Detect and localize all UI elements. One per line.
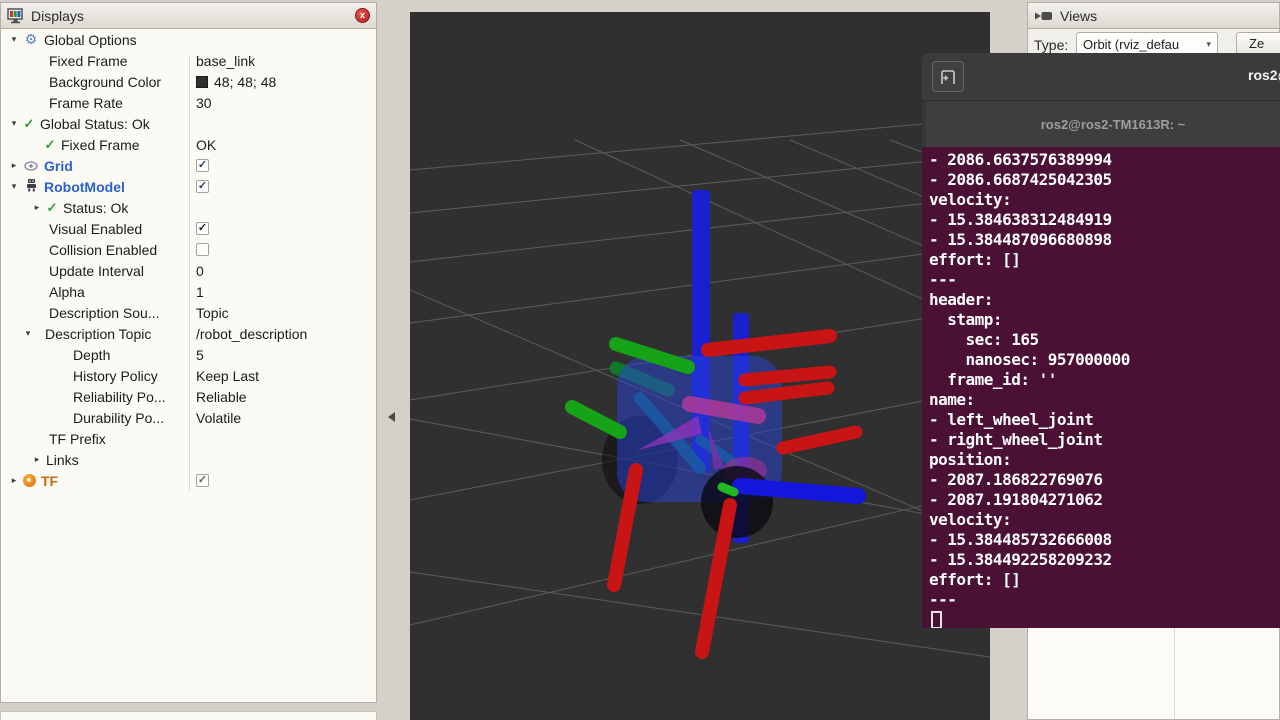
property-value[interactable]: Topic xyxy=(196,305,229,321)
x-axis-cylinder-low xyxy=(783,432,856,448)
3d-scene xyxy=(410,12,990,720)
right-wheel xyxy=(701,466,773,538)
property-label: Visual Enabled xyxy=(49,221,142,237)
checkbox[interactable]: ✓ xyxy=(196,474,209,487)
terminal-cursor xyxy=(931,611,942,628)
panel-collapse-arrow-icon[interactable] xyxy=(388,412,395,422)
terminal-tab-bar[interactable]: ros2@ros2-TM1613R: ~ xyxy=(922,100,1280,147)
property-value[interactable]: Volatile xyxy=(196,410,241,426)
checkbox[interactable]: ✓ xyxy=(196,222,209,235)
expander-down-icon[interactable]: ▾ xyxy=(8,34,20,45)
displays-titlebar[interactable]: Displays x xyxy=(1,3,376,29)
color-swatch[interactable] xyxy=(196,76,208,88)
expander-down-icon[interactable]: ▾ xyxy=(22,328,34,339)
property-label: Update Interval xyxy=(49,263,144,279)
terminal-output-area[interactable]: - 2086.6637576389994 - 2086.668742504230… xyxy=(922,147,1280,628)
views-panel-title: Views xyxy=(1060,8,1097,24)
property-label: Frame Rate xyxy=(49,95,123,111)
property-label: Depth xyxy=(73,347,110,363)
robot-model xyxy=(572,190,858,652)
displays-property-tree: ▾ ⚙ Global Options Fixed Frame base_link… xyxy=(1,29,376,491)
property-label: Reliability Po... xyxy=(73,389,166,405)
displays-panel-title: Displays xyxy=(31,8,84,24)
status-ok-check-icon: ✓ xyxy=(23,116,35,132)
terminal-window[interactable]: ros2@ ros2@ros2-TM1613R: ~ - 2086.663757… xyxy=(922,53,1280,628)
property-label: Description Sou... xyxy=(49,305,160,321)
terminal-header[interactable]: ros2@ xyxy=(922,53,1280,100)
property-label: History Policy xyxy=(73,368,158,384)
checkbox[interactable]: ✓ xyxy=(196,180,209,193)
property-label: TF Prefix xyxy=(49,431,106,447)
3d-viewport[interactable] xyxy=(410,12,990,720)
column-divider[interactable] xyxy=(189,55,190,491)
expander-right-icon[interactable]: ▸ xyxy=(8,475,20,486)
property-label: Fixed Frame xyxy=(61,137,140,153)
view-type-value: Orbit (rviz_defau xyxy=(1083,37,1202,52)
expander-right-icon[interactable]: ▸ xyxy=(31,454,43,465)
terminal-title: ros2@ xyxy=(1248,67,1280,83)
x-axis-cylinder-mid1 xyxy=(745,372,830,380)
checkbox[interactable]: ✓ xyxy=(196,159,209,172)
display-name-label: RobotModel xyxy=(44,179,125,195)
property-label: Durability Po... xyxy=(73,410,164,426)
property-label: Global Options xyxy=(44,32,137,48)
property-label: Alpha xyxy=(49,284,85,300)
camera-icon xyxy=(1034,10,1053,22)
property-label: Description Topic xyxy=(45,326,151,342)
new-tab-button[interactable] xyxy=(932,61,964,92)
bottom-panel-strip xyxy=(0,711,377,720)
terminal-tab[interactable]: ros2@ros2-TM1613R: ~ xyxy=(926,101,1280,147)
display-name-label: TF xyxy=(41,473,58,489)
displays-panel: Displays x ▾ ⚙ Global Options Fixed Fram… xyxy=(0,2,377,703)
checkbox[interactable] xyxy=(196,243,209,256)
close-icon[interactable]: x xyxy=(355,8,370,23)
property-value[interactable]: Reliable xyxy=(196,389,247,405)
new-tab-icon xyxy=(940,69,957,86)
expander-right-icon[interactable]: ▸ xyxy=(8,160,20,171)
tf-icon xyxy=(23,474,36,487)
wheel-hub-green-stub xyxy=(722,487,734,492)
property-value[interactable]: 5 xyxy=(196,347,204,363)
property-value[interactable]: Keep Last xyxy=(196,368,259,384)
display-name-label: Grid xyxy=(44,158,73,174)
y-axis-cylinder-low xyxy=(572,407,620,432)
expander-right-icon[interactable]: ▸ xyxy=(31,202,43,213)
displays-monitor-icon xyxy=(7,8,24,24)
robot-icon xyxy=(23,178,39,195)
row-global-options[interactable]: ▾ ⚙ Global Options xyxy=(1,29,376,50)
property-value[interactable]: base_link xyxy=(196,53,255,69)
terminal-tab-label: ros2@ros2-TM1613R: ~ xyxy=(1041,117,1186,132)
property-value[interactable]: 30 xyxy=(196,95,212,111)
chevron-down-icon: ▾ xyxy=(1206,39,1211,50)
property-label: Fixed Frame xyxy=(49,53,128,69)
z-axis-horizontal-cylinder xyxy=(740,486,858,496)
property-value[interactable]: 0 xyxy=(196,263,204,279)
status-ok-check-icon: ✓ xyxy=(44,137,56,153)
eye-icon xyxy=(23,158,39,174)
expander-down-icon[interactable]: ▾ xyxy=(8,118,20,129)
property-value[interactable]: /robot_description xyxy=(196,326,307,342)
x-axis-cylinder-top xyxy=(708,336,830,350)
property-value[interactable]: 48; 48; 48 xyxy=(214,74,276,90)
property-label: Background Color xyxy=(49,74,161,90)
gear-icon: ⚙ xyxy=(23,31,39,48)
terminal-output-text: - 2086.6637576389994 - 2086.668742504230… xyxy=(929,150,1280,610)
property-value[interactable]: OK xyxy=(196,137,216,153)
status-ok-check-icon: ✓ xyxy=(46,200,58,216)
property-value[interactable]: 1 xyxy=(196,284,204,300)
views-titlebar[interactable]: Views xyxy=(1028,3,1279,29)
property-label: Global Status: Ok xyxy=(40,116,150,132)
property-label: Status: Ok xyxy=(63,200,128,216)
property-label: Links xyxy=(46,452,79,468)
expander-down-icon[interactable]: ▾ xyxy=(8,181,20,192)
property-label: Collision Enabled xyxy=(49,242,157,258)
type-label: Type: xyxy=(1034,37,1068,53)
